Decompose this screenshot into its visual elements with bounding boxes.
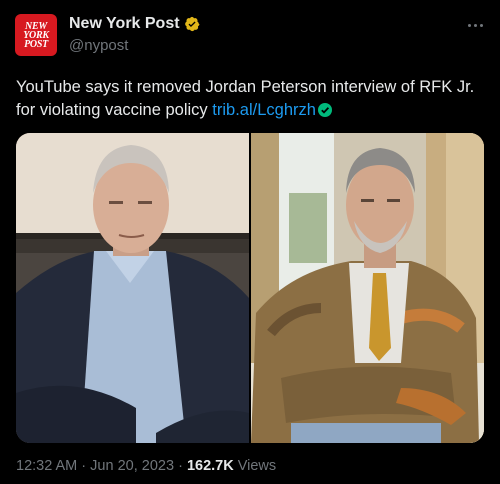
- account-avatar-logo[interactable]: NEW YORK POST: [15, 14, 57, 56]
- more-options-button[interactable]: [462, 17, 488, 33]
- verified-badge-icon[interactable]: [184, 16, 200, 32]
- logo-line-3: POST: [24, 38, 48, 50]
- account-name[interactable]: New York Post: [69, 15, 180, 33]
- more-horizontal-icon-dot: [473, 23, 477, 27]
- tweet-media[interactable]: [16, 133, 484, 443]
- green-check-icon: [317, 103, 332, 117]
- tweet-link[interactable]: trib.al/Lcghrzh: [212, 101, 316, 119]
- jordan-peterson-portrait-image: [251, 133, 484, 443]
- media-right-panel: [251, 133, 484, 443]
- rfk-jr-portrait-image: [16, 133, 249, 443]
- tweet-date[interactable]: Jun 20, 2023: [90, 458, 174, 474]
- views-label: Views: [237, 458, 277, 474]
- tweet-time[interactable]: 12:32 AM: [16, 458, 77, 474]
- media-left-panel: [16, 133, 249, 443]
- meta-separator: ·: [178, 458, 183, 474]
- account-handle[interactable]: @nypost: [69, 37, 128, 54]
- tweet-text: YouTube says it removed Jordan Peterson …: [16, 76, 486, 122]
- views-count: 162.7K: [186, 458, 234, 474]
- account-name-row: New York Post: [69, 15, 200, 33]
- tweet-meta: 12:32 AM · Jun 20, 2023 · 162.7K Views: [16, 458, 276, 474]
- more-horizontal-icon-dot: [479, 23, 483, 27]
- meta-separator: ·: [81, 458, 87, 474]
- more-horizontal-icon-dot: [467, 23, 471, 27]
